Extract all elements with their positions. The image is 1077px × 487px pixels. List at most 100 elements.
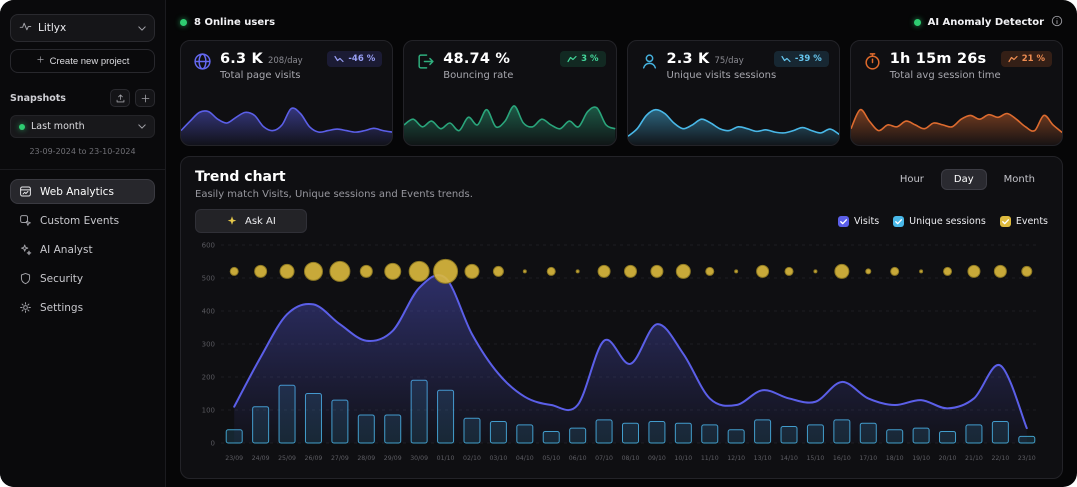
- tab-hour[interactable]: Hour: [887, 169, 937, 190]
- svg-text:22/10: 22/10: [991, 455, 1009, 462]
- svg-text:03/10: 03/10: [489, 455, 507, 462]
- sidebar: Litlyx Create new project Snapshots: [0, 0, 166, 487]
- ask-ai-button[interactable]: Ask AI: [195, 209, 307, 233]
- stat-cards: 6.3 K 208/day Total page visits -46 %: [180, 40, 1063, 146]
- stat-value: 48.74 %: [443, 51, 510, 67]
- svg-text:10/10: 10/10: [674, 455, 692, 462]
- export-icon: [115, 93, 126, 104]
- legend-checkbox-2[interactable]: [1000, 216, 1011, 227]
- sparkles-icon: [19, 243, 32, 256]
- sidebar-item-custom-events[interactable]: Custom Events: [10, 208, 155, 233]
- sidebar-nav: Web Analytics Custom Events AI Analyst S…: [10, 179, 155, 324]
- svg-text:29/09: 29/09: [384, 455, 402, 462]
- svg-text:23/10: 23/10: [1018, 455, 1036, 462]
- app-root: Litlyx Create new project Snapshots: [0, 0, 1077, 487]
- svg-text:17/10: 17/10: [859, 455, 877, 462]
- main-content: 8 Online users AI Anomaly Detector: [166, 0, 1077, 487]
- custom-events-icon: [19, 214, 32, 227]
- svg-text:400: 400: [202, 308, 215, 316]
- chart-legend: Visits Unique sessions Events: [838, 216, 1048, 227]
- svg-text:25/09: 25/09: [278, 455, 296, 462]
- sparkle-icon: [226, 215, 238, 227]
- svg-text:06/10: 06/10: [569, 455, 587, 462]
- svg-text:15/10: 15/10: [807, 455, 825, 462]
- legend-item-unique-sessions[interactable]: Unique sessions: [893, 216, 986, 227]
- svg-text:04/10: 04/10: [516, 455, 534, 462]
- online-status-dot: [180, 19, 187, 26]
- svg-text:02/10: 02/10: [463, 455, 481, 462]
- stat-unit: 75/day: [714, 56, 743, 66]
- stat-label: Bouncing rate: [443, 70, 515, 81]
- snapshot-period-value: Last month: [31, 121, 85, 132]
- trend-chart-svg: 010020030040050060023/0924/0925/0926/092…: [195, 239, 1046, 469]
- anomaly-status-dot: [914, 19, 921, 26]
- chevron-down-icon: [138, 121, 146, 132]
- trend-chart-subtitle: Easily match Visits, Unique sessions and…: [195, 189, 473, 200]
- legend-item-visits[interactable]: Visits: [838, 216, 879, 227]
- stat-unit: 208/day: [268, 56, 303, 66]
- svg-text:0: 0: [211, 440, 215, 448]
- project-name: Litlyx: [38, 22, 66, 34]
- svg-text:21/10: 21/10: [965, 455, 983, 462]
- chevron-down-icon: [138, 22, 146, 34]
- sidebar-item-settings[interactable]: Settings: [10, 295, 155, 320]
- info-icon[interactable]: [1051, 15, 1063, 30]
- sidebar-item-security[interactable]: Security: [10, 266, 155, 291]
- globe-icon: [193, 52, 212, 81]
- topbar: 8 Online users AI Anomaly Detector: [180, 12, 1063, 32]
- granularity-switcher: Hour Day Month: [887, 169, 1048, 190]
- svg-text:27/09: 27/09: [331, 455, 349, 462]
- svg-text:23/09: 23/09: [225, 455, 243, 462]
- stat-value: 6.3 K: [220, 51, 263, 67]
- nav-label: Custom Events: [40, 215, 119, 227]
- litlyx-logo-icon: [19, 20, 32, 36]
- svg-text:200: 200: [202, 374, 215, 382]
- nav-label: Settings: [40, 302, 83, 314]
- nav-label: Security: [40, 273, 83, 285]
- svg-text:600: 600: [202, 242, 215, 250]
- period-status-dot: [19, 124, 25, 130]
- plus-icon: [36, 55, 45, 67]
- svg-text:19/10: 19/10: [912, 455, 930, 462]
- legend-checkbox-0[interactable]: [838, 216, 849, 227]
- sparkline-avg-session-time: [851, 99, 1062, 145]
- sidebar-divider: [0, 169, 165, 170]
- svg-text:30/09: 30/09: [410, 455, 428, 462]
- svg-text:28/09: 28/09: [357, 455, 375, 462]
- sparkline-total-page-visits: [181, 99, 392, 145]
- trend-chart-area: 010020030040050060023/0924/0925/0926/092…: [195, 239, 1048, 472]
- svg-text:16/10: 16/10: [833, 455, 851, 462]
- tab-day[interactable]: Day: [941, 169, 987, 190]
- svg-text:300: 300: [202, 341, 215, 349]
- check-icon: [839, 217, 848, 226]
- stat-card-bouncing-rate: 48.74 % Bouncing rate 3 %: [403, 40, 616, 146]
- svg-text:08/10: 08/10: [622, 455, 640, 462]
- svg-text:11/10: 11/10: [701, 455, 719, 462]
- snapshots-header: Snapshots: [10, 89, 155, 107]
- ask-ai-label: Ask AI: [245, 216, 276, 227]
- sidebar-item-web-analytics[interactable]: Web Analytics: [10, 179, 155, 204]
- sidebar-item-ai-analyst[interactable]: AI Analyst: [10, 237, 155, 262]
- snapshot-period-select[interactable]: Last month: [10, 115, 155, 138]
- tab-month[interactable]: Month: [991, 169, 1048, 190]
- stat-card-avg-session-time: 1h 15m 26s Total avg session time 21 %: [850, 40, 1063, 146]
- snapshot-add-button[interactable]: [135, 89, 155, 107]
- gear-icon: [19, 301, 32, 314]
- legend-checkbox-1[interactable]: [893, 216, 904, 227]
- snapshot-date-range: 23-09-2024 to 23-10-2024: [10, 147, 155, 156]
- snapshots-label: Snapshots: [10, 93, 66, 104]
- project-selector[interactable]: Litlyx: [10, 14, 155, 42]
- legend-label: Events: [1016, 216, 1048, 227]
- shield-icon: [19, 272, 32, 285]
- plus-icon: [140, 93, 151, 104]
- create-project-button[interactable]: Create new project: [10, 49, 155, 73]
- stat-label: Unique visits sessions: [667, 70, 777, 81]
- nav-label: Web Analytics: [40, 186, 114, 198]
- stat-badge-0: -46 %: [327, 51, 382, 67]
- snapshot-export-button[interactable]: [110, 89, 130, 107]
- svg-text:100: 100: [202, 407, 215, 415]
- legend-item-events[interactable]: Events: [1000, 216, 1048, 227]
- stat-card-total-page-visits: 6.3 K 208/day Total page visits -46 %: [180, 40, 393, 146]
- stat-badge-3: 21 %: [1001, 51, 1052, 67]
- svg-text:01/10: 01/10: [437, 455, 455, 462]
